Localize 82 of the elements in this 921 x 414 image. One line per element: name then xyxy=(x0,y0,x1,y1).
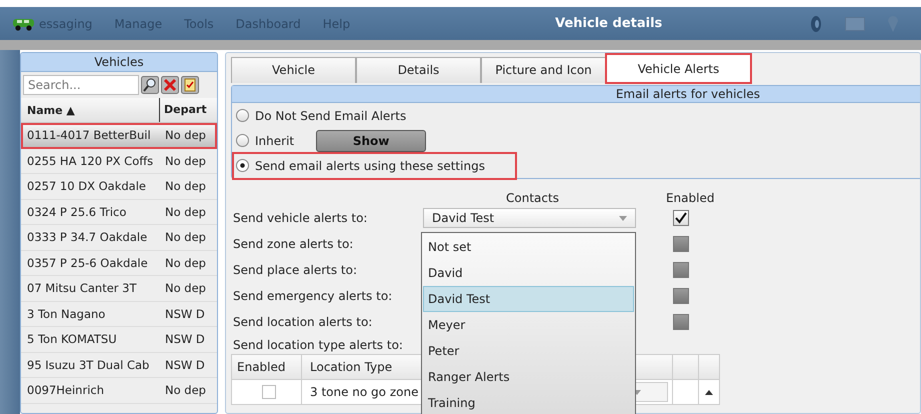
vehicle-name: 3 Ton Nagano xyxy=(26,306,106,321)
tab[interactable]: Vehicle Alerts xyxy=(606,54,751,83)
alert-label: Send location alerts to: xyxy=(232,315,374,329)
column-header[interactable]: Name ▲ xyxy=(21,104,159,116)
vehicle-row[interactable]: 5 Ton KOMATSU NSW D xyxy=(21,327,217,352)
dropdown-option[interactable]: Meyer xyxy=(423,312,634,338)
vehicle-row[interactable]: 0357 P 25-6 Oakdale No dep xyxy=(21,250,217,276)
alert-label: Send zone alerts to: xyxy=(232,237,354,251)
dropdown-option[interactable]: Peter xyxy=(423,338,634,364)
vehicle-department: No dep xyxy=(164,383,207,398)
group-title: Email alerts for vehicles xyxy=(232,86,920,103)
show-button[interactable]: Show xyxy=(316,130,426,152)
checkbox[interactable] xyxy=(673,288,689,304)
vehicle-department: No dep xyxy=(164,179,207,194)
vehicle-department: No dep xyxy=(164,154,207,168)
vehicle-name: 0111-4017 BetterBuil xyxy=(26,128,152,142)
vehicle-name: 0097Heinrich xyxy=(26,383,106,398)
vehicle-row[interactable]: 07 Mitsu Canter 3T No dep xyxy=(21,276,217,302)
tab[interactable]: Details xyxy=(356,57,481,83)
dropdown-option[interactable]: Training xyxy=(423,390,634,414)
checkbox[interactable] xyxy=(673,236,689,252)
panel-title: Vehicles xyxy=(21,53,217,72)
checkbox[interactable] xyxy=(262,385,276,399)
clipboard-icon[interactable] xyxy=(181,76,199,94)
vehicle-department: No dep xyxy=(164,256,207,270)
vehicle-name: 0324 P 25.6 Trico xyxy=(26,204,128,219)
vehicle-department: No dep xyxy=(164,204,207,219)
vehicle-row[interactable]: 0324 P 25.6 Trico No dep xyxy=(21,200,217,225)
vehicle-row[interactable]: 0111-4017 BetterBuil No dep xyxy=(21,123,217,148)
radio-button[interactable] xyxy=(236,159,249,172)
vehicle-department: No dep xyxy=(164,230,207,244)
radio-button[interactable] xyxy=(236,134,249,147)
radio-button[interactable] xyxy=(236,109,249,122)
caret-icon xyxy=(619,216,627,220)
vehicle-row[interactable]: 95 Isuzu 3T Dual Cab NSW D xyxy=(21,352,217,378)
vehicle-department: NSW D xyxy=(164,358,206,372)
vehicle-name: 0333 P 34.7 Oakdale xyxy=(26,230,148,244)
vehicle-name: 95 Isuzu 3T Dual Cab xyxy=(26,358,150,372)
vehicle-row[interactable]: 3 Ton Nagano NSW D xyxy=(21,302,217,327)
alert-label: Send place alerts to: xyxy=(232,263,358,277)
vehicle-name: 5 Ton KOMATSU xyxy=(26,332,118,346)
dropdown-option[interactable]: Ranger Alerts xyxy=(423,364,634,390)
radio-option[interactable]: Send email alerts using these settings xyxy=(234,154,515,178)
dropdown-option[interactable]: Not set xyxy=(423,234,634,260)
tab[interactable]: Picture and Icon xyxy=(481,57,606,83)
vehicle-department: NSW D xyxy=(164,306,206,321)
column-header: Enabled xyxy=(666,191,714,205)
table-cell: 3 tone no go zone xyxy=(310,385,418,399)
checkbox[interactable] xyxy=(673,210,689,226)
speaker-icon[interactable] xyxy=(809,14,823,32)
dropdown-option[interactable]: David Test xyxy=(423,286,634,312)
vehicle-row[interactable]: 0257 10 DX Oakdale No dep xyxy=(21,174,217,200)
column-header[interactable]: Depart xyxy=(159,98,217,122)
alert-label: Send vehicle alerts to: xyxy=(232,211,368,225)
vehicle-name: 0255 HA 120 PX Coffs xyxy=(26,154,154,168)
vehicle-row[interactable]: 0333 P 34.7 Oakdale No dep xyxy=(21,225,217,250)
radio-option[interactable]: Do Not Send Email Alerts xyxy=(234,104,410,128)
vehicle-department: No dep xyxy=(164,128,207,142)
dropdown-option[interactable]: David xyxy=(423,260,634,286)
contact-dropdown[interactable]: David Test xyxy=(423,208,636,228)
vehicle-row[interactable]: 0255 HA 120 PX Coffs No dep xyxy=(21,148,217,174)
radio-option[interactable]: Inherit xyxy=(234,128,298,152)
envelope-icon[interactable] xyxy=(845,16,865,30)
vehicle-department: NSW D xyxy=(164,332,206,346)
search-field[interactable]: Search... xyxy=(23,75,139,95)
column-header: Location Type xyxy=(310,360,392,374)
tab[interactable]: Vehicle xyxy=(231,57,356,83)
vehicle-department: No dep xyxy=(164,281,207,296)
vehicle-name: 0257 10 DX Oakdale xyxy=(26,179,147,194)
search-icon[interactable] xyxy=(141,76,159,94)
car-icon xyxy=(12,16,36,30)
window-title: Vehicle details xyxy=(555,16,662,31)
vehicle-name: 0357 P 25-6 Oakdale xyxy=(26,256,149,270)
column-header: Contacts xyxy=(506,191,559,205)
vehicle-row[interactable]: 0097Heinrich No dep xyxy=(21,378,217,404)
section-label: Send location type alerts to: xyxy=(232,338,403,354)
vehicle-name: 07 Mitsu Canter 3T xyxy=(26,281,138,296)
checkbox[interactable] xyxy=(673,314,689,330)
column-header: Enabled xyxy=(232,355,302,379)
alert-label: Send emergency alerts to: xyxy=(232,289,394,303)
scroll-up-icon[interactable] xyxy=(705,390,713,394)
checkbox[interactable] xyxy=(673,262,689,278)
